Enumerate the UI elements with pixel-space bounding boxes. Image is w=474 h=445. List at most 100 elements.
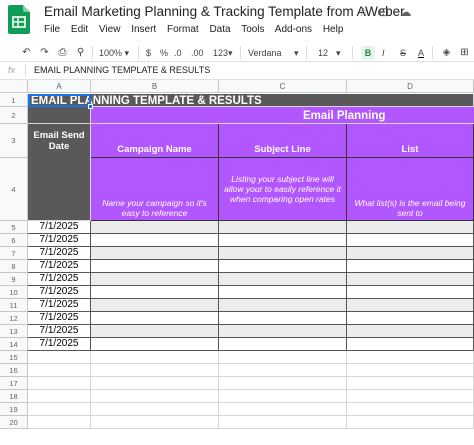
- row-header-12[interactable]: 12: [0, 312, 28, 325]
- fill-color-icon[interactable]: ◈: [440, 46, 453, 60]
- row-header-15[interactable]: 15: [0, 351, 28, 364]
- zoom-select[interactable]: 100% ▾: [99, 46, 129, 60]
- header-email-send-date[interactable]: Email Send Date: [28, 124, 91, 158]
- row-header-8[interactable]: 8: [0, 260, 28, 273]
- row-header-3[interactable]: 3: [0, 124, 28, 158]
- subject-cell-row-8[interactable]: [219, 260, 347, 273]
- title-cell[interactable]: EMAIL PLANNING TEMPLATE & RESULTS: [28, 94, 474, 107]
- date-cell-row-5[interactable]: 7/1/2025: [28, 221, 91, 234]
- row-header-6[interactable]: 6: [0, 234, 28, 247]
- campaign-cell-row-11[interactable]: [91, 299, 219, 312]
- header-campaign-name[interactable]: Campaign Name: [91, 124, 219, 158]
- list-cell-row-13[interactable]: [347, 325, 474, 338]
- column-header-b[interactable]: B: [91, 80, 219, 93]
- row-header-20[interactable]: 20: [0, 416, 28, 429]
- empty-cell[interactable]: [28, 416, 91, 429]
- text-color-button[interactable]: A: [418, 46, 424, 60]
- empty-cell[interactable]: [91, 351, 219, 364]
- empty-cell[interactable]: [28, 390, 91, 403]
- campaign-cell-row-8[interactable]: [91, 260, 219, 273]
- empty-cell[interactable]: [28, 364, 91, 377]
- list-cell-row-5[interactable]: [347, 221, 474, 234]
- row-header-13[interactable]: 13: [0, 325, 28, 338]
- row-header-11[interactable]: 11: [0, 299, 28, 312]
- column-header-c[interactable]: C: [219, 80, 347, 93]
- borders-icon[interactable]: ⊞: [458, 46, 471, 60]
- date-cell-row-7[interactable]: 7/1/2025: [28, 247, 91, 260]
- row-header-7[interactable]: 7: [0, 247, 28, 260]
- cell-a2[interactable]: [28, 107, 91, 124]
- list-cell-row-6[interactable]: [347, 234, 474, 247]
- currency-button[interactable]: $: [146, 46, 151, 60]
- subject-cell-row-10[interactable]: [219, 286, 347, 299]
- list-cell-row-11[interactable]: [347, 299, 474, 312]
- empty-cell[interactable]: [91, 390, 219, 403]
- empty-cell[interactable]: [347, 416, 474, 429]
- undo-icon[interactable]: ↶: [20, 46, 33, 60]
- empty-cell[interactable]: [91, 403, 219, 416]
- font-size-select[interactable]: 12: [318, 46, 328, 60]
- empty-cell[interactable]: [91, 416, 219, 429]
- empty-cell[interactable]: [219, 364, 347, 377]
- more-formats-button[interactable]: 123▾: [213, 46, 233, 60]
- document-title[interactable]: Email Marketing Planning & Tracking Temp…: [44, 4, 405, 19]
- row-header-10[interactable]: 10: [0, 286, 28, 299]
- formula-input[interactable]: EMAIL PLANNING TEMPLATE & RESULTS: [34, 65, 210, 75]
- row-header-18[interactable]: 18: [0, 390, 28, 403]
- italic-button[interactable]: I: [382, 46, 385, 60]
- bold-button[interactable]: B: [361, 46, 375, 60]
- list-cell-row-14[interactable]: [347, 338, 474, 351]
- empty-cell[interactable]: [219, 377, 347, 390]
- menu-edit[interactable]: Edit: [71, 24, 88, 35]
- menu-view[interactable]: View: [99, 24, 121, 35]
- campaign-cell-row-14[interactable]: [91, 338, 219, 351]
- campaign-cell-row-13[interactable]: [91, 325, 219, 338]
- percent-button[interactable]: %: [160, 46, 168, 60]
- font-select[interactable]: Verdana: [248, 46, 282, 60]
- campaign-cell-row-5[interactable]: [91, 221, 219, 234]
- date-cell-row-10[interactable]: 7/1/2025: [28, 286, 91, 299]
- empty-cell[interactable]: [347, 403, 474, 416]
- cell-a4[interactable]: [28, 158, 91, 221]
- empty-cell[interactable]: [91, 364, 219, 377]
- menu-help[interactable]: Help: [323, 24, 344, 35]
- cloud-saved-icon[interactable]: ☁: [400, 5, 412, 19]
- redo-icon[interactable]: ↷: [38, 46, 51, 60]
- subject-cell-row-9[interactable]: [219, 273, 347, 286]
- empty-cell[interactable]: [219, 390, 347, 403]
- column-header-a[interactable]: A: [28, 80, 91, 93]
- date-cell-row-6[interactable]: 7/1/2025: [28, 234, 91, 247]
- paint-format-icon[interactable]: ⚲: [74, 46, 87, 60]
- menu-file[interactable]: File: [44, 24, 60, 35]
- campaign-cell-row-12[interactable]: [91, 312, 219, 325]
- note-campaign-name[interactable]: Name your campaign so it's easy to refer…: [91, 158, 219, 221]
- increase-decimal-button[interactable]: .00: [191, 46, 204, 60]
- row-header-14[interactable]: 14: [0, 338, 28, 351]
- section-header-email-planning[interactable]: Email Planning: [91, 107, 474, 124]
- menu-insert[interactable]: Insert: [131, 24, 156, 35]
- empty-cell[interactable]: [347, 351, 474, 364]
- empty-cell[interactable]: [219, 351, 347, 364]
- list-cell-row-8[interactable]: [347, 260, 474, 273]
- subject-cell-row-14[interactable]: [219, 338, 347, 351]
- sheets-logo-icon[interactable]: [8, 5, 30, 34]
- menu-data[interactable]: Data: [209, 24, 230, 35]
- campaign-cell-row-7[interactable]: [91, 247, 219, 260]
- date-cell-row-13[interactable]: 7/1/2025: [28, 325, 91, 338]
- empty-cell[interactable]: [347, 390, 474, 403]
- note-list[interactable]: What list(s) is the email being sent to: [347, 158, 474, 221]
- subject-cell-row-5[interactable]: [219, 221, 347, 234]
- empty-cell[interactable]: [91, 377, 219, 390]
- date-cell-row-11[interactable]: 7/1/2025: [28, 299, 91, 312]
- row-header-1[interactable]: 1: [0, 94, 28, 107]
- move-to-folder-icon[interactable]: ⊡: [379, 5, 389, 19]
- print-icon[interactable]: ⎙: [56, 46, 69, 60]
- row-header-16[interactable]: 16: [0, 364, 28, 377]
- select-all-corner[interactable]: [0, 80, 28, 93]
- list-cell-row-10[interactable]: [347, 286, 474, 299]
- header-subject-line[interactable]: Subject Line: [219, 124, 347, 158]
- row-header-9[interactable]: 9: [0, 273, 28, 286]
- row-header-5[interactable]: 5: [0, 221, 28, 234]
- menu-format[interactable]: Format: [167, 24, 199, 35]
- empty-cell[interactable]: [219, 416, 347, 429]
